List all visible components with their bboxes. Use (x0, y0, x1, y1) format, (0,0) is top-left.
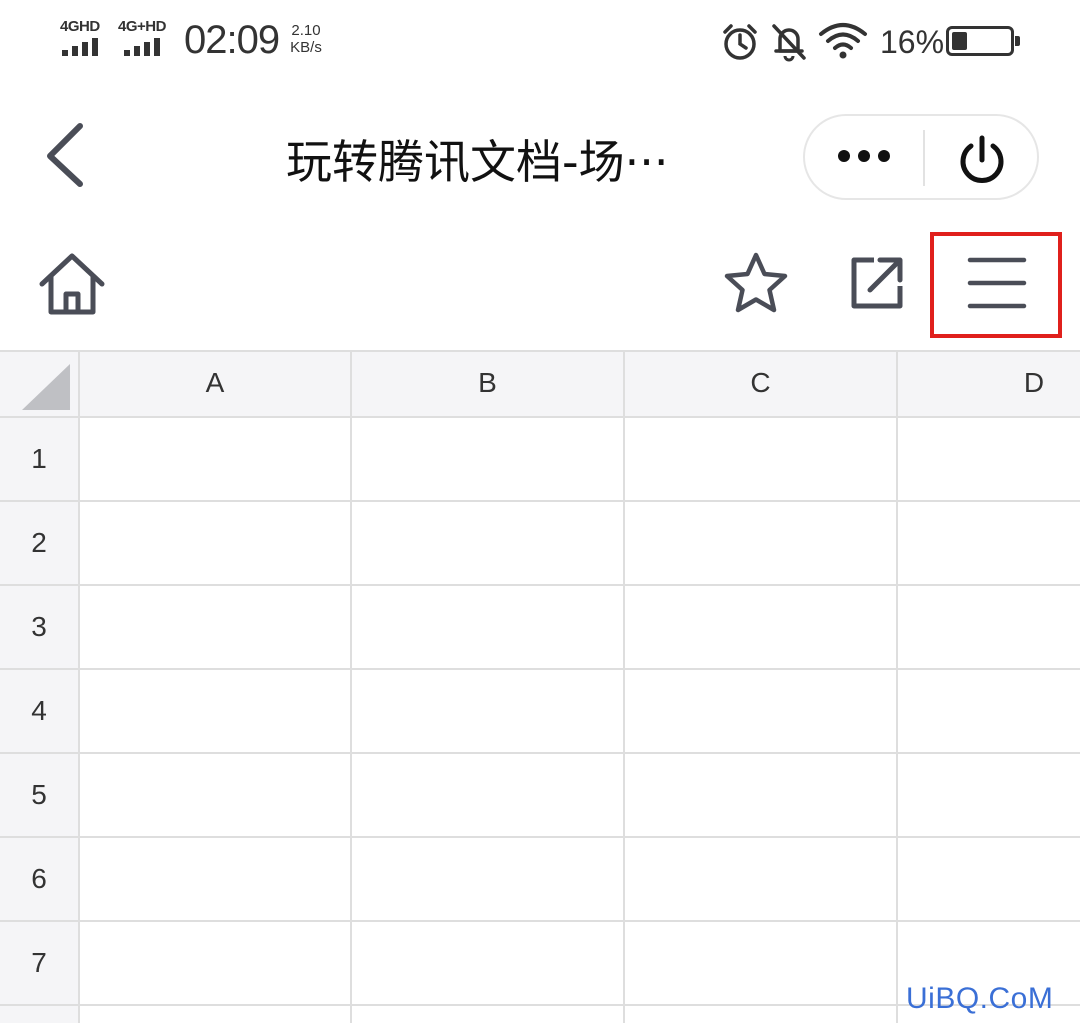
column-header-a[interactable]: A (80, 350, 350, 416)
row-header-7[interactable]: 7 (0, 922, 78, 1004)
battery-level (952, 32, 967, 50)
more-dots-icon (838, 150, 890, 162)
close-mini-program-button[interactable] (925, 116, 1039, 198)
grid-line (0, 668, 1080, 670)
mute-bell-icon (772, 24, 806, 62)
row-header-1[interactable]: 1 (0, 418, 78, 500)
speed-unit: KB/s (290, 39, 322, 56)
menu-highlight-annotation (930, 232, 1062, 338)
watermark: UiBQ.CoM (906, 982, 1054, 1015)
network-signal-1: 4GHD (60, 18, 110, 58)
star-favorite-icon[interactable] (722, 250, 790, 316)
status-bar: 4GHD 4G+HD 02:09 2.10 KB/s 16% (0, 0, 1080, 90)
more-button[interactable] (805, 116, 923, 198)
grid-line (0, 836, 1080, 838)
row-header-3[interactable]: 3 (0, 586, 78, 668)
network-speed: 2.10 KB/s (284, 22, 328, 56)
share-external-icon[interactable] (846, 252, 908, 314)
document-title: 玩转腾讯文档-场··· (286, 135, 669, 189)
row-header-5[interactable]: 5 (0, 754, 78, 836)
speed-value: 2.10 (291, 22, 321, 39)
signal-bars-icon (62, 38, 108, 56)
row-header-2[interactable]: 2 (0, 502, 78, 584)
network-signal-2: 4G+HD (118, 18, 168, 58)
signal-bars-icon (124, 38, 170, 56)
wifi-icon (819, 23, 867, 59)
grid-line (896, 350, 898, 1023)
power-icon (960, 135, 1004, 183)
grid-line (0, 920, 1080, 922)
home-icon[interactable] (36, 250, 108, 320)
mini-program-capsule (803, 114, 1039, 200)
column-header-d[interactable]: D (898, 350, 1080, 416)
grid-line (0, 752, 1080, 754)
select-all-corner[interactable] (22, 364, 70, 410)
grid-line (0, 350, 1080, 352)
network-label-1: 4GHD (60, 18, 100, 35)
grid-line (0, 416, 1080, 418)
alarm-icon (723, 24, 757, 60)
network-label-2: 4G+HD (118, 18, 166, 35)
column-header-b[interactable]: B (352, 350, 623, 416)
column-header-c[interactable]: C (625, 350, 896, 416)
back-arrow-icon[interactable] (40, 120, 90, 190)
grid-line (623, 350, 625, 1023)
spreadsheet-grid[interactable]: A B C D 1 2 3 4 5 6 7 (0, 350, 1080, 1023)
battery-icon (946, 26, 1020, 56)
grid-line (0, 500, 1080, 502)
status-time: 02:09 (184, 18, 280, 62)
grid-line (350, 350, 352, 1023)
grid-line (78, 350, 80, 1023)
grid-line (0, 584, 1080, 586)
battery-percent: 16% (880, 24, 945, 60)
row-header-4[interactable]: 4 (0, 670, 78, 752)
row-header-6[interactable]: 6 (0, 838, 78, 920)
